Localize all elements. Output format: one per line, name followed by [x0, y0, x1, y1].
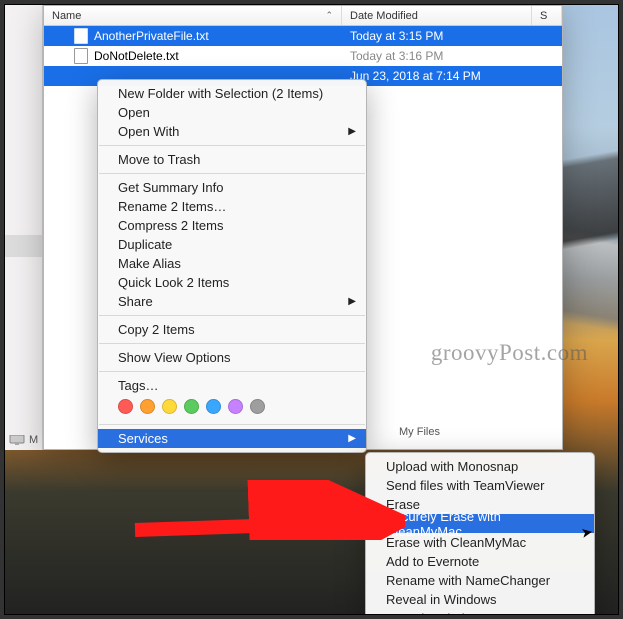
service-send-teamviewer[interactable]: Send files with TeamViewer — [366, 476, 594, 495]
menu-separator — [99, 315, 365, 316]
submenu-arrow-icon: ▶ — [348, 126, 356, 137]
menu-compress[interactable]: Compress 2 Items — [98, 216, 366, 235]
menu-separator — [99, 424, 365, 425]
tag-dot-yellow[interactable] — [162, 399, 177, 414]
menu-make-alias[interactable]: Make Alias — [98, 254, 366, 273]
tag-dot-gray[interactable] — [250, 399, 265, 414]
sidebar-selected-item[interactable] — [5, 235, 42, 257]
menu-separator — [99, 173, 365, 174]
finder-sidebar: M — [5, 5, 43, 450]
tag-dot-orange[interactable] — [140, 399, 155, 414]
menu-duplicate[interactable]: Duplicate — [98, 235, 366, 254]
sidebar-device-item[interactable]: M — [9, 434, 38, 446]
column-header-size[interactable]: S — [532, 6, 562, 25]
file-date: Jun 23, 2018 at 7:14 PM — [342, 69, 532, 83]
menu-copy[interactable]: Copy 2 Items — [98, 320, 366, 339]
file-row[interactable]: DoNotDelete.txt Today at 3:16 PM — [44, 46, 562, 66]
tag-dot-green[interactable] — [184, 399, 199, 414]
cursor-pointer-icon: ➤ — [580, 523, 595, 542]
menu-separator — [99, 371, 365, 372]
file-name: AnotherPrivateFile.txt — [94, 29, 209, 43]
tag-dot-red[interactable] — [118, 399, 133, 414]
service-securely-erase-cleanmymac[interactable]: Securely Erase with CleanMyMac — [366, 514, 594, 533]
menu-services[interactable]: Services▶ — [98, 429, 366, 448]
sidebar-device-label: M — [29, 434, 38, 446]
tag-dot-purple[interactable] — [228, 399, 243, 414]
service-erase-cleanmymac[interactable]: Erase with CleanMyMac — [366, 533, 594, 552]
services-submenu: Upload with Monosnap Send files with Tea… — [365, 452, 595, 615]
imac-icon — [9, 435, 25, 445]
file-name: DoNotDelete.txt — [94, 49, 179, 63]
column-header-size-label: S — [540, 10, 547, 22]
menu-share[interactable]: Share▶ — [98, 292, 366, 311]
file-row[interactable]: AnotherPrivateFile.txt Today at 3:15 PM — [44, 26, 562, 46]
file-date: Today at 3:16 PM — [342, 49, 532, 63]
service-reveal-in-windows[interactable]: Reveal in Windows — [366, 590, 594, 609]
menu-move-to-trash[interactable]: Move to Trash — [98, 150, 366, 169]
menu-rename[interactable]: Rename 2 Items… — [98, 197, 366, 216]
submenu-arrow-icon: ▶ — [348, 433, 356, 444]
menu-separator — [99, 145, 365, 146]
menu-open[interactable]: Open — [98, 103, 366, 122]
menu-tags[interactable]: Tags… — [98, 376, 366, 395]
file-date: Today at 3:15 PM — [342, 29, 532, 43]
menu-separator — [99, 343, 365, 344]
context-menu: New Folder with Selection (2 Items) Open… — [97, 79, 367, 453]
service-open-in-windows[interactable]: Open in Windows — [366, 609, 594, 615]
service-rename-namechanger[interactable]: Rename with NameChanger — [366, 571, 594, 590]
service-add-to-evernote[interactable]: Add to Evernote — [366, 552, 594, 571]
file-icon — [74, 48, 88, 64]
column-header-name-label: Name — [52, 10, 81, 22]
menu-get-summary-info[interactable]: Get Summary Info — [98, 178, 366, 197]
column-header-date[interactable]: Date Modified — [342, 6, 532, 25]
tag-color-row — [98, 395, 366, 420]
menu-quick-look[interactable]: Quick Look 2 Items — [98, 273, 366, 292]
sort-ascending-icon: ⌃ — [325, 10, 333, 21]
menu-show-view-options[interactable]: Show View Options — [98, 348, 366, 367]
submenu-arrow-icon: ▶ — [348, 296, 356, 307]
path-bar-folder[interactable]: My Files — [399, 426, 440, 438]
file-icon — [74, 28, 88, 44]
service-upload-monosnap[interactable]: Upload with Monosnap — [366, 457, 594, 476]
column-header-row: Name ⌃ Date Modified S — [44, 6, 562, 26]
menu-new-folder-selection[interactable]: New Folder with Selection (2 Items) — [98, 84, 366, 103]
column-header-name[interactable]: Name ⌃ — [44, 6, 342, 25]
watermark-text: groovyPost.com — [431, 340, 588, 366]
menu-open-with[interactable]: Open With▶ — [98, 122, 366, 141]
tag-dot-blue[interactable] — [206, 399, 221, 414]
column-header-date-label: Date Modified — [350, 10, 418, 22]
